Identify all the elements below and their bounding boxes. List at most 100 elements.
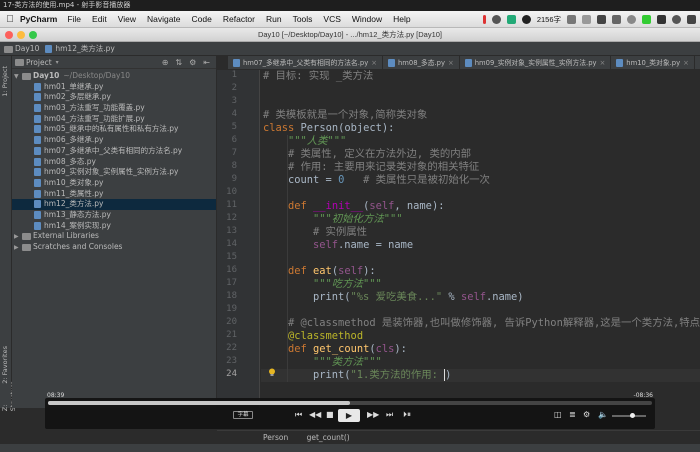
play-button[interactable]: ▶ — [338, 409, 360, 422]
stack-icon[interactable] — [582, 15, 591, 24]
stop-icon[interactable]: ■ — [326, 410, 334, 419]
project-tool-tab[interactable]: 1: Project — [1, 66, 9, 97]
tree-file-label: hm03_方法重写_功能覆盖.py — [44, 103, 145, 113]
record-icon[interactable] — [482, 15, 486, 24]
menu-list-icon[interactable] — [687, 15, 696, 24]
menu-edit[interactable]: Edit — [92, 14, 107, 24]
tree-scratches[interactable]: ▶ Scratches and Consoles — [12, 242, 216, 253]
tree-file-item[interactable]: hm04_方法重写_功能扩展.py — [12, 114, 216, 125]
editor-tab[interactable]: hm11_类属性.py× — [695, 56, 700, 69]
close-tab-icon[interactable]: × — [448, 59, 454, 67]
next-icon[interactable]: ⏭ — [386, 410, 393, 420]
volume-icon[interactable]: 🔈 — [598, 410, 608, 419]
gear-icon[interactable]: ⚙ — [189, 58, 196, 67]
tree-external-libraries[interactable]: ▶ External Libraries — [12, 231, 216, 242]
menu-file[interactable]: File — [67, 14, 81, 24]
volume-knob[interactable] — [630, 413, 635, 418]
menu-navigate[interactable]: Navigate — [147, 14, 181, 24]
word-count[interactable]: 2156字 — [537, 14, 561, 25]
project-view-selector[interactable]: Project — [26, 58, 52, 67]
minimize-window-icon[interactable] — [17, 31, 25, 39]
hide-panel-icon[interactable]: ⇤ — [203, 58, 210, 67]
clock-icon[interactable] — [612, 15, 621, 24]
editor-tab[interactable]: hm10_类对象.py × — [611, 56, 695, 69]
nav-file[interactable]: hm12_类方法.py — [45, 43, 115, 54]
menu-view[interactable]: View — [118, 14, 136, 24]
volume-slider[interactable] — [612, 413, 646, 418]
previous-icon[interactable]: ⏮ — [295, 410, 302, 420]
line-number: 9 — [231, 174, 237, 184]
menu-window[interactable]: Window — [352, 14, 382, 24]
close-window-icon[interactable] — [5, 31, 13, 39]
menu-tools[interactable]: Tools — [293, 14, 313, 24]
subtitle-button[interactable]: 字幕 — [233, 411, 253, 419]
python-file-icon — [34, 210, 41, 219]
display-icon[interactable] — [597, 15, 606, 24]
locate-icon[interactable]: ⊕ — [162, 58, 169, 67]
tree-file-label: hm04_方法重写_功能扩展.py — [44, 113, 145, 123]
tree-file-item[interactable]: hm02_多层继承.py — [12, 92, 216, 103]
code-line-6: """人类""" — [288, 135, 347, 147]
expand-arrow-icon[interactable]: ▶ — [14, 243, 22, 254]
tree-file-item[interactable]: hm10_类对象.py — [12, 178, 216, 189]
project-panel-controls: ⊕ ⇅ ⚙ ⇤ — [162, 58, 210, 67]
tree-file-item[interactable]: hm09_实例对象_实例属性_实例方法.py — [12, 167, 216, 178]
close-tab-icon[interactable]: × — [371, 59, 377, 67]
python-file-icon — [34, 178, 41, 187]
tree-file-item[interactable]: hm08_多态.py — [12, 157, 216, 168]
menu-refactor[interactable]: Refactor — [223, 14, 255, 24]
zoom-window-icon[interactable] — [29, 31, 37, 39]
apple-icon[interactable]:  — [0, 14, 20, 25]
frame-step-icon[interactable]: ⏵⏸ — [403, 410, 411, 420]
wechat-icon[interactable] — [506, 15, 516, 24]
menu-app-name[interactable]: PyCharm — [20, 14, 57, 24]
lightbulb-icon[interactable] — [268, 368, 276, 377]
code-line-14: self.name = name — [313, 239, 414, 251]
app-status-icon[interactable] — [491, 15, 501, 24]
close-tab-icon[interactable]: × — [600, 59, 606, 67]
menu-vcs[interactable]: VCS — [323, 14, 340, 24]
editor-tab[interactable]: hm08_多态.py × — [383, 56, 460, 69]
breadcrumb-class[interactable]: Person — [263, 433, 288, 442]
window-title: Day10 [~/Desktop/Day10] - .../hm12_类方法.p… — [257, 30, 443, 39]
tree-file-item[interactable]: hm06_多继承.py — [12, 135, 216, 146]
code-editor[interactable]: # 目标: 实现 _类方法 # 类模板就是一个对象,简称类对象 class Pe… — [261, 70, 700, 408]
status-icon[interactable] — [521, 15, 531, 24]
tree-file-item[interactable]: hm14_案例实现.py — [12, 221, 216, 232]
tree-root[interactable]: ▼ Day10 ~/Desktop/Day10 — [12, 71, 216, 82]
editor-tab[interactable]: hm07_多继承中_父类有相同的方法名.py × — [228, 56, 383, 69]
input-method-icon[interactable] — [657, 15, 666, 24]
breadcrumb-method[interactable]: get_count() — [307, 433, 350, 442]
chevron-down-icon[interactable]: ▾ — [56, 59, 59, 66]
cloud-icon[interactable] — [567, 15, 576, 24]
rewind-icon[interactable]: ◀◀ — [309, 410, 321, 419]
tree-file-item[interactable]: hm03_方法重写_功能覆盖.py — [12, 103, 216, 114]
tree-file-item[interactable]: hm11_类属性.py — [12, 189, 216, 200]
collapse-icon[interactable]: ⇅ — [175, 58, 182, 67]
video-progress-fill — [48, 401, 350, 405]
favorites-tool-tab[interactable]: 2: Favorites — [1, 346, 9, 384]
line-number: 14 — [226, 239, 237, 249]
tree-file-item[interactable]: hm12_类方法.py — [12, 199, 216, 210]
folder-icon — [22, 72, 31, 80]
fast-forward-icon[interactable]: ▶▶ — [367, 410, 379, 419]
menu-run[interactable]: Run — [266, 14, 282, 24]
tree-file-item[interactable]: hm05_继承中的私有属性和私有方法.py — [12, 124, 216, 135]
python-file-icon — [34, 200, 41, 209]
tree-file-item[interactable]: hm01_单继承.py — [12, 82, 216, 93]
python-file-icon — [34, 146, 41, 155]
tree-file-item[interactable]: hm07_多继承中_父类有相同的方法名.py — [12, 146, 216, 157]
close-tab-icon[interactable]: × — [683, 59, 689, 67]
editor-tab[interactable]: hm09_实例对象_实例属性_实例方法.py × — [460, 56, 612, 69]
menu-code[interactable]: Code — [192, 14, 212, 24]
video-progress-bar[interactable] — [48, 401, 652, 405]
settings-icon[interactable]: ⚙ — [583, 410, 590, 419]
playlist-icon[interactable]: ≣ — [569, 410, 576, 419]
screenshot-icon[interactable]: ◫ — [554, 410, 562, 419]
wifi-icon[interactable] — [627, 15, 636, 24]
battery-icon[interactable] — [642, 15, 651, 24]
nav-folder[interactable]: Day10 — [4, 44, 39, 53]
search-icon[interactable] — [672, 15, 681, 24]
tree-file-item[interactable]: hm13_静态方法.py — [12, 210, 216, 221]
menu-help[interactable]: Help — [393, 14, 410, 24]
